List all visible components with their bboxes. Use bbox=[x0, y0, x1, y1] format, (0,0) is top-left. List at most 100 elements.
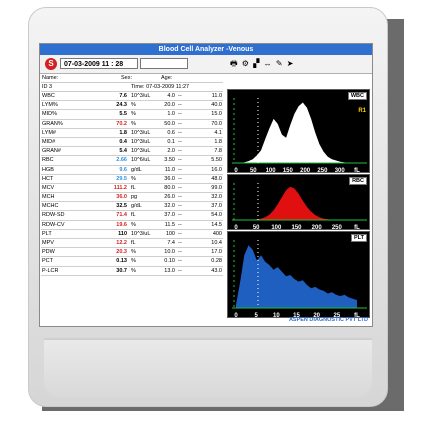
range-dash: -- bbox=[178, 258, 182, 265]
toolbar: S 07-03-2009 11 : 28 🖶 ⚙ ▞ ↔ ✎ ➤ bbox=[40, 55, 372, 74]
parameter-name: MCH bbox=[42, 194, 55, 201]
range-low: 3.50 bbox=[164, 157, 175, 164]
parameter-name: P-LCR bbox=[42, 267, 59, 274]
toolbar-icons: 🖶 ⚙ ▞ ↔ ✎ ➤ bbox=[230, 58, 370, 70]
parameter-name: PLT bbox=[42, 230, 52, 237]
range-low: 20.0 bbox=[164, 102, 175, 109]
range-high: 1.8 bbox=[214, 138, 222, 145]
table-row: PLT 110 10^3/uL 100 -- 400 bbox=[41, 230, 223, 239]
settings-icon[interactable]: ⚙ bbox=[242, 59, 250, 68]
tick-label: 50 bbox=[250, 168, 257, 173]
table-row: GRAN% 70.2% 50.0 -- 70.0 bbox=[41, 120, 223, 129]
parameter-value: 20.3 bbox=[116, 249, 127, 256]
histogram-label: PLT bbox=[351, 234, 367, 242]
sample-time: Time: 07-03-2009 11:27 bbox=[131, 84, 190, 90]
parameter-unit: fL bbox=[131, 240, 136, 246]
parameter-name: MCHC bbox=[42, 203, 59, 210]
range-low: 11.0 bbox=[164, 166, 175, 173]
parameter-name: WBC bbox=[42, 93, 55, 99]
range-dash: -- bbox=[178, 157, 182, 164]
parameter-name: PCT bbox=[42, 258, 53, 265]
histogram-wbc: 0 50 100 150 200 250 300 fL WBC R1 bbox=[227, 89, 370, 173]
parameter-value: 19.6 bbox=[116, 221, 127, 228]
tick-label: 150 bbox=[283, 168, 294, 173]
histogram-flag: R1 bbox=[358, 108, 366, 114]
histogram-curve bbox=[236, 245, 357, 308]
table-row: MID# 0.4 10^3/uL 0.1 -- 1.8 bbox=[41, 138, 223, 148]
tick-label: 100 bbox=[271, 225, 282, 230]
range-low: 13.0 bbox=[164, 267, 175, 274]
range-dash: -- bbox=[178, 249, 182, 256]
parameter-name: LYM% bbox=[42, 102, 58, 109]
datetime-field[interactable]: 07-03-2009 11 : 28 bbox=[60, 58, 138, 69]
range-dash: -- bbox=[178, 138, 182, 145]
tick-label: 50 bbox=[253, 225, 260, 230]
sex-label: Sex: bbox=[121, 75, 133, 81]
table-row: PDW 20.3% 10.0 -- 17.0 bbox=[41, 248, 223, 258]
parameter-unit: g/dL bbox=[131, 203, 142, 210]
parameter-value: 70.2 bbox=[116, 120, 127, 127]
table-row: MPV 12.2 fL 7.4 -- 10.4 bbox=[41, 239, 223, 249]
tick-label: 5 bbox=[254, 313, 258, 318]
tools-icon[interactable]: ✎ bbox=[276, 59, 284, 68]
range-low: 26.0 bbox=[164, 194, 175, 201]
table-row: PCT 0.13% 0.10 -- 0.28 bbox=[41, 257, 223, 267]
range-dash: -- bbox=[178, 93, 182, 99]
device-bezel-curve bbox=[44, 338, 372, 398]
table-row: LYM# 1.8 10^3/uL 0.6 -- 4.1 bbox=[41, 129, 223, 138]
table-row: MID% 5.5% 1.0 -- 15.0 bbox=[41, 110, 223, 120]
range-high: 11.0 bbox=[211, 93, 222, 99]
parameter-name: RBC bbox=[42, 157, 54, 164]
printer-icon[interactable]: 🖶 bbox=[230, 58, 239, 72]
parameter-value: 24.3 bbox=[116, 102, 127, 109]
range-dash: -- bbox=[178, 230, 182, 237]
chart-icon[interactable]: ▞ bbox=[253, 59, 260, 68]
tick-label: 10 bbox=[273, 313, 280, 318]
table-row: RDW-CV 19.6% 11.5 -- 14.5 bbox=[41, 221, 223, 230]
tick-label: 0 bbox=[234, 313, 238, 318]
tick-label: fL bbox=[354, 225, 360, 230]
company-footer: ASPEN DIAGNOSTIC PVT LTD bbox=[288, 317, 368, 323]
table-row: LYM% 24.3% 20.0 -- 40.0 bbox=[41, 101, 223, 111]
analyzer-screen: Blood Cell Analyzer -Venous S 07-03-2009… bbox=[39, 43, 373, 327]
parameter-unit: % bbox=[131, 249, 136, 256]
parameter-name: HCT bbox=[42, 175, 54, 182]
range-low: 50.0 bbox=[164, 120, 175, 127]
tick-label: fL bbox=[354, 168, 360, 173]
range-high: 99.0 bbox=[211, 184, 222, 191]
range-low: 36.0 bbox=[164, 175, 175, 182]
parameter-value: 110 bbox=[118, 230, 127, 237]
brand-logo-icon: S bbox=[45, 58, 57, 70]
range-low: 80.0 bbox=[164, 184, 175, 191]
range-low: 37.0 bbox=[164, 212, 175, 219]
sample-id: ID 3 bbox=[42, 84, 53, 90]
range-high: 7.8 bbox=[214, 148, 222, 155]
range-dash: -- bbox=[178, 120, 182, 127]
pointer-icon[interactable]: ➤ bbox=[287, 59, 295, 68]
parameter-unit: % bbox=[131, 267, 136, 274]
parameter-unit: % bbox=[131, 258, 136, 265]
range-dash: -- bbox=[178, 129, 182, 136]
tick-label: 250 bbox=[332, 225, 343, 230]
parameter-value: 5.5 bbox=[119, 111, 127, 118]
results-table: Name: Sex: Age: ID 3 Time: 07-03-2009 11… bbox=[41, 74, 223, 276]
parameter-name: RDW-CV bbox=[42, 221, 65, 228]
range-low: 1.0 bbox=[167, 111, 175, 118]
sample-id-field[interactable] bbox=[140, 58, 188, 69]
scroll-icon[interactable]: ↔ bbox=[264, 59, 273, 68]
range-dash: -- bbox=[178, 102, 182, 109]
id-row: ID 3 Time: 07-03-2009 11:27 bbox=[41, 83, 223, 92]
parameter-name: GRAN% bbox=[42, 120, 63, 127]
parameter-name: LYM# bbox=[42, 129, 56, 136]
parameter-unit: % bbox=[131, 111, 136, 118]
range-dash: -- bbox=[178, 166, 182, 173]
range-low: 10.0 bbox=[164, 249, 175, 256]
result-rows: WBC 7.6 10^3/uL 4.0 -- 11.0 LYM% 24.3% 20.0 -- 40.… bbox=[41, 92, 223, 276]
range-high: 15.0 bbox=[211, 111, 222, 118]
tick-label: 0 bbox=[234, 225, 238, 230]
parameter-value: 32.5 bbox=[116, 203, 127, 210]
parameter-value: 9.6 bbox=[119, 166, 127, 173]
range-dash: -- bbox=[178, 148, 182, 155]
parameter-value: 36.0 bbox=[116, 194, 127, 201]
range-low: 0.10 bbox=[164, 258, 175, 265]
